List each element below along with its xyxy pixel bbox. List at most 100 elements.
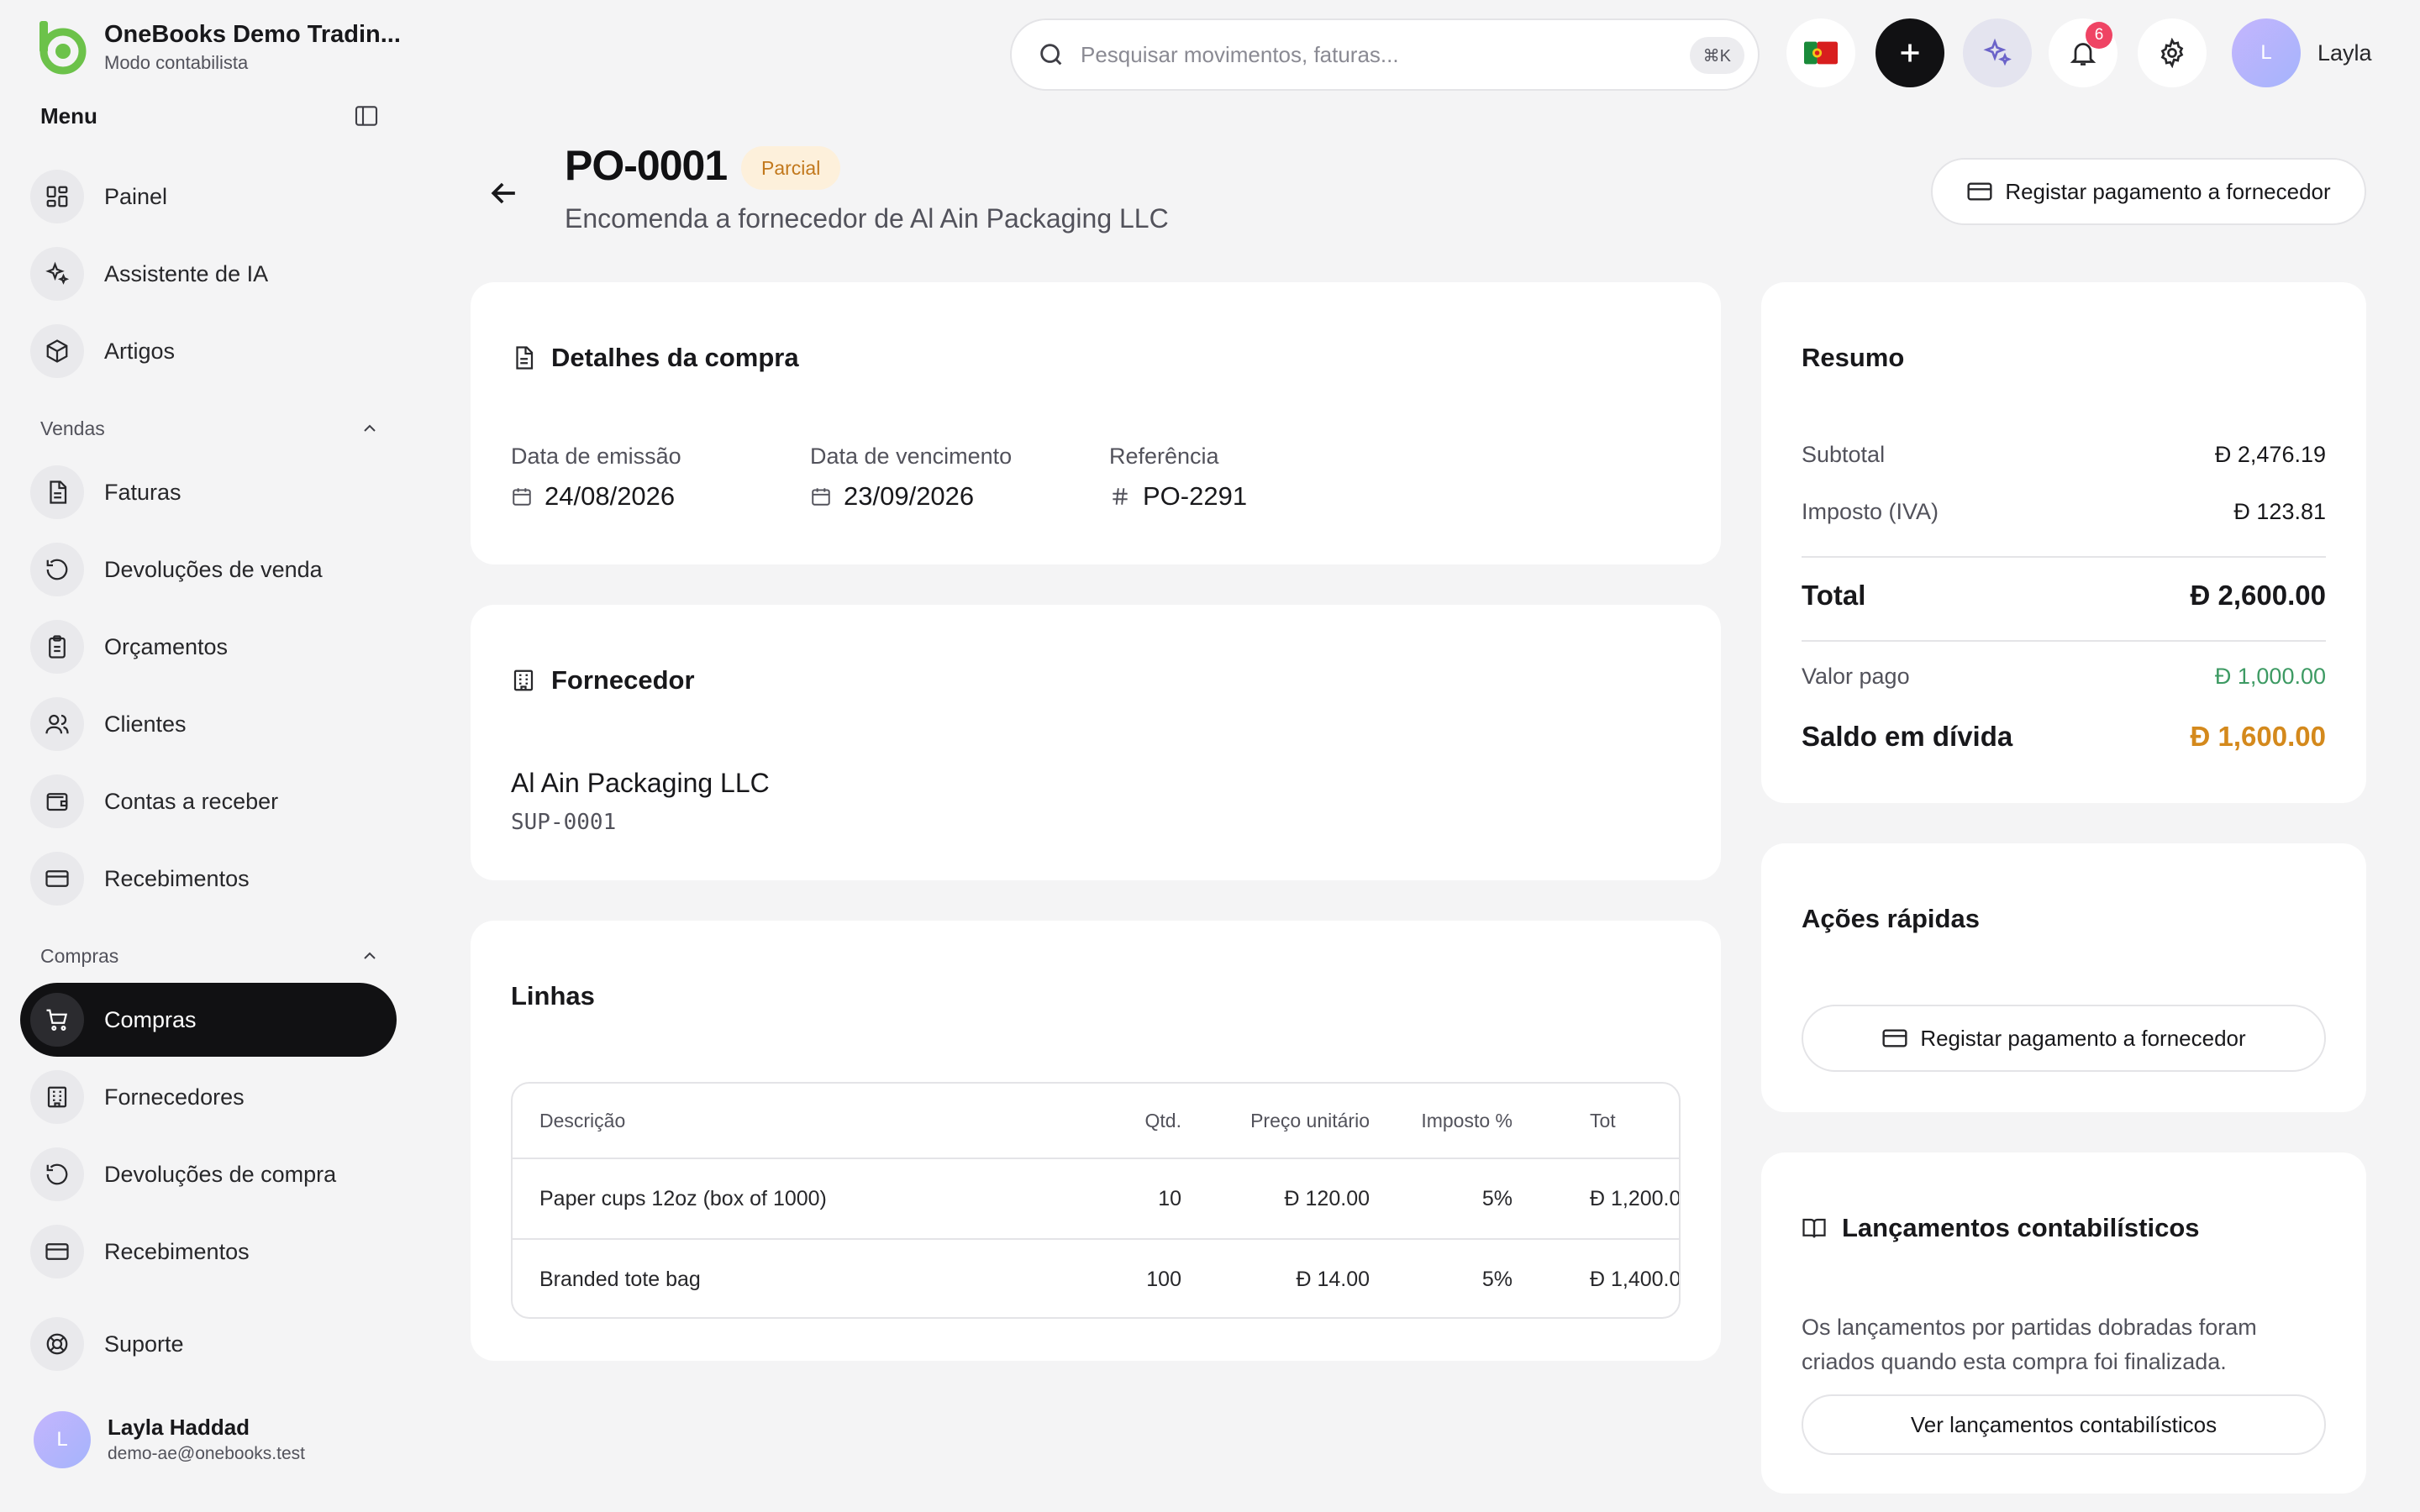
subtotal-row: Subtotal Ð 2,476.19 [1802,442,2326,468]
sidebar-item-orcamentos[interactable]: Orçamentos [20,610,397,684]
supplier-code: SUP-0001 [511,810,617,835]
section-title: Compras [40,944,119,967]
onebooks-logo-icon [39,21,87,75]
column-header-tax: Imposto % [1421,1109,1512,1131]
sparkles-icon [45,261,70,285]
subtotal-value: 2,476.19 [2237,442,2326,467]
ledger-description: Os lançamentos por partidas dobradas for… [1802,1315,2257,1374]
paid-value: 1,000.00 [2237,664,2326,689]
search-input[interactable] [1081,41,1669,68]
purchase-details-card: Detalhes da compra Data de emissão 24/08… [471,282,1721,564]
sidebar-item-suporte[interactable]: Suporte [20,1307,397,1381]
view-ledger-entries-button[interactable]: Ver lançamentos contabilísticos [1802,1394,2326,1455]
section-compras[interactable]: Compras [40,941,380,971]
user-menu[interactable]: L Layla [2232,18,2372,87]
notification-count-badge: 6 [2086,22,2112,49]
button-label: Registar pagamento a fornecedor [1920,1025,2246,1051]
sidebar-item-assistente-ia[interactable]: Assistente de IA [20,237,397,311]
summary-card: Resumo Subtotal Ð 2,476.19 Imposto (IVA)… [1761,282,2366,803]
create-new-button[interactable] [1876,18,1944,87]
shortcut-hint: ⌘K [1689,37,1744,74]
dirham-icon: Ð [1296,1267,1318,1291]
back-arrow-icon[interactable] [486,175,523,212]
sidebar-item-devolucoes-venda[interactable]: Devoluções de venda [20,533,397,606]
settings-button[interactable] [2138,18,2207,87]
tax-label: Imposto (IVA) [1802,499,1939,524]
sidebar-item-label: Fornecedores [104,1084,245,1110]
company-name: OneBooks Demo Tradin... [104,21,401,48]
sidebar-item-label: Assistente de IA [104,260,269,286]
user-email: demo-ae@onebooks.test [108,1444,305,1463]
dashboard-icon [46,186,68,207]
credit-card-icon [45,870,69,887]
sidebar-item-compras[interactable]: Compras [20,983,397,1057]
calendar-icon [812,488,830,506]
sidebar-item-faturas[interactable]: Faturas [20,455,397,529]
sidebar-item-clientes[interactable]: Clientes [20,687,397,761]
column-header-price: Preço unitário [1250,1109,1370,1131]
line-price: Ð 120.00 [1285,1187,1370,1211]
dirham-icon: Ð [2190,580,2218,611]
balance-due-row: Saldo em dívida Ð 1,600.00 [1802,721,2326,753]
sidebar-user-card[interactable]: L Layla Haddad demo-ae@onebooks.test [34,1411,305,1468]
lines-card: Linhas Descrição Qtd. Preço unitário Imp… [471,921,1721,1361]
rotate-ccw-icon [46,559,68,580]
table-row: Paper cups 12oz (box of 1000) 10 Ð 120.0… [513,1158,1679,1238]
sidebar-item-artigos[interactable]: Artigos [20,314,397,388]
total-value: 2,600.00 [2217,580,2326,611]
line-tax: 5% [1481,1267,1512,1291]
subtotal-label: Subtotal [1802,442,1886,467]
sidebar-item-label: Painel [104,183,168,209]
sidebar-item-recebimentos-vendas[interactable]: Recebimentos [20,842,397,916]
wallet-icon [46,793,68,811]
brand[interactable]: OneBooks Demo Tradin... Modo contabilist… [34,18,401,76]
tax-value: 123.81 [2256,499,2326,524]
quick-actions-card: Ações rápidas Registar pagamento a forne… [1761,843,2366,1112]
page-title: PO-0001 [565,142,728,189]
due-date-value: 23/09/2026 [844,481,975,511]
notifications-button[interactable]: 6 [2049,18,2118,87]
sidebar-item-devolucoes-compra[interactable]: Devoluções de compra [20,1137,397,1211]
sparkles-icon [1983,38,2012,66]
paid-label: Valor pago [1802,664,1910,689]
search-bar[interactable]: ⌘K [1010,18,1760,91]
language-button[interactable] [1786,18,1855,87]
box-icon [46,339,68,363]
dirham-icon: Ð [2233,499,2257,524]
tax-row: Imposto (IVA) Ð 123.81 [1802,499,2326,525]
sidebar-item-contas-receber[interactable]: Contas a receber [20,764,397,838]
sidebar-item-painel[interactable]: Painel [20,160,397,234]
building-icon [513,669,534,691]
lifebuoy-icon [46,1333,68,1355]
reference-label: Referência [1109,444,1219,469]
sidebar-item-label: Recebimentos [104,1238,250,1264]
users-icon [45,714,69,734]
ai-assistant-button[interactable] [1963,18,2032,87]
supplier-name[interactable]: Al Ain Packaging LLC [511,768,770,799]
sidebar-item-label: Recebimentos [104,865,250,891]
sidebar-item-fornecedores[interactable]: Fornecedores [20,1060,397,1134]
quick-register-payment-button[interactable]: Registar pagamento a fornecedor [1802,1005,2326,1072]
due-date-field: Data de vencimento 23/09/2026 [810,444,1012,512]
sidebar-item-label: Orçamentos [104,633,229,659]
line-price: Ð 14.00 [1296,1268,1370,1292]
dirham-icon: Ð [2214,442,2238,467]
portugal-flag-icon [1804,41,1838,65]
line-qty: 10 [1158,1186,1181,1210]
menu-title: Menu [40,102,97,129]
issue-date-label: Data de emissão [511,444,681,469]
register-supplier-payment-button[interactable]: Registar pagamento a fornecedor [1931,158,2366,225]
card-title: Ações rápidas [1802,904,1980,933]
line-description: Paper cups 12oz (box of 1000) [539,1186,827,1210]
section-title: Vendas [40,417,105,439]
dirham-icon: Ð [1284,1186,1306,1210]
sidebar-item-recebimentos-compras[interactable]: Recebimentos [20,1215,397,1289]
file-text-icon [50,480,67,504]
building-icon [47,1086,67,1108]
section-vendas[interactable]: Vendas [40,413,380,444]
table-row: Branded tote bag 100 Ð 14.00 5% Ð 1,400.… [513,1238,1679,1317]
sidebar-toggle-icon[interactable] [353,102,380,129]
avatar: L [2232,18,2301,87]
divider [1802,556,2326,558]
dirham-icon: Ð [2190,721,2218,752]
